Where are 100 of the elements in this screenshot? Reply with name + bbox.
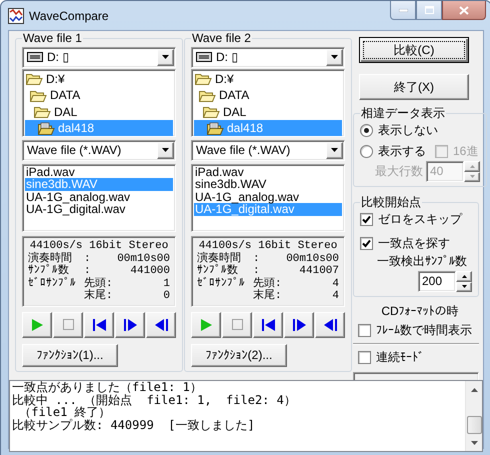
forward-button[interactable] <box>115 312 145 338</box>
radio-button[interactable] <box>360 145 373 158</box>
folder-item[interactable]: D:¥ <box>194 70 342 88</box>
reverse-icon <box>322 318 338 332</box>
info-value: 1 <box>162 278 170 290</box>
function-button[interactable]: ﾌｧﾝｸｼｮﾝ(2)... <box>191 344 287 367</box>
close-button[interactable] <box>442 1 486 20</box>
skip-start-button[interactable] <box>84 312 114 338</box>
forward-icon <box>292 318 306 332</box>
dropdown-button[interactable] <box>157 142 174 159</box>
dropdown-button[interactable] <box>326 142 343 159</box>
log-line: 比較中 ... （開始点 file1: 1, file2: 4） <box>12 394 297 406</box>
info-key: 末尾: <box>84 290 118 302</box>
check-icon <box>362 215 371 224</box>
folder-item[interactable]: D:¥ <box>25 70 173 88</box>
function-button[interactable]: ﾌｧﾝｸｼｮﾝ(1)... <box>22 344 118 367</box>
play-button[interactable] <box>22 312 52 338</box>
folder-icon <box>34 105 51 118</box>
drive-icon <box>196 52 212 62</box>
maximize-icon <box>424 6 434 14</box>
scroll-down-icon[interactable] <box>470 440 478 444</box>
forward-icon <box>122 318 138 332</box>
radio-label: 表示する <box>378 143 426 160</box>
info-label: 演奏時間 <box>197 252 242 264</box>
folder-icon <box>30 88 47 102</box>
folder-item[interactable]: DAL <box>25 104 173 120</box>
radio-button[interactable] <box>360 124 373 137</box>
log-line: 一致点がありました（file1: 1） <box>12 381 203 394</box>
exit-button[interactable]: 終了(X) <box>359 74 469 100</box>
folder-icon <box>195 72 212 86</box>
info-key: 先頭: <box>84 278 118 290</box>
spin-up-button[interactable] <box>456 271 472 282</box>
folder-icon <box>199 88 216 102</box>
skip-start-button[interactable] <box>253 312 283 338</box>
compare-button[interactable]: 比較(C) <box>359 37 469 63</box>
audio-format: 44100s/s 16bit Stereo <box>198 240 338 252</box>
file-item[interactable]: iPad.wav <box>25 166 173 178</box>
caret-icon <box>331 55 338 60</box>
checkbox[interactable] <box>360 237 373 250</box>
filter-dropdown[interactable]: Wave file (*.WAV) <box>191 140 345 161</box>
file-item[interactable]: UA-1G_analog.wav <box>25 190 173 204</box>
check-icon <box>362 239 371 248</box>
caret-icon <box>162 148 169 152</box>
group-title: 相違データ表示 <box>360 105 446 122</box>
info-value: 4 <box>331 278 339 290</box>
checkbox-label: 一致点を探す <box>378 235 450 252</box>
info-key: : <box>253 252 286 265</box>
stop-icon <box>232 319 242 330</box>
info-value: 00m10s00 <box>286 252 339 265</box>
up-arrow-icon <box>462 274 466 278</box>
radio-dot-icon <box>364 128 369 133</box>
info-value: 0 <box>162 290 170 302</box>
checkbox[interactable] <box>358 351 371 364</box>
reverse-button[interactable] <box>315 312 345 338</box>
dropdown-button[interactable] <box>326 48 343 66</box>
folder-item[interactable]: DATA <box>25 87 173 104</box>
spin-down-button[interactable] <box>456 282 472 292</box>
filter-dropdown[interactable]: Wave file (*.WAV) <box>22 140 176 161</box>
file-item[interactable]: UA-1G_digital.wav <box>25 203 173 216</box>
forward-button[interactable] <box>284 312 314 338</box>
scroll-thumb[interactable] <box>467 416 482 434</box>
caption-label: CDﾌｫｰﾏｯﾄの時 <box>380 303 460 320</box>
info-key: : <box>84 252 118 265</box>
up-arrow-icon <box>470 164 474 168</box>
caret-icon <box>162 55 169 60</box>
group-title: Wave file 1 <box>22 31 83 45</box>
folder-item[interactable]: DAL <box>194 104 342 120</box>
drive-icon <box>27 52 43 62</box>
file-item[interactable]: iPad.wav <box>194 166 342 178</box>
drive-dropdown[interactable]: D: ▯ <box>22 47 176 68</box>
info-label: ｾﾞﾛｻﾝﾌﾟﾙ <box>28 278 77 290</box>
reverse-button[interactable] <box>146 312 176 338</box>
checkbox-label: 16進 <box>453 143 478 160</box>
caret-icon <box>331 148 338 152</box>
group-title: Wave file 2 <box>191 31 252 45</box>
play-icon <box>30 318 44 332</box>
dropdown-button[interactable] <box>157 48 174 66</box>
info-key: : <box>84 265 118 278</box>
info-value: 00m10s00 <box>117 252 170 265</box>
play-button[interactable] <box>191 312 221 338</box>
info-label: ｻﾝﾌﾟﾙ数 <box>28 265 70 277</box>
folder-item[interactable]: DATA <box>194 87 342 104</box>
radio-label: 表示しない <box>378 122 438 139</box>
checkbox[interactable] <box>360 213 373 226</box>
info-label: 演奏時間 <box>28 252 73 264</box>
checkbox[interactable] <box>358 324 371 337</box>
drive-dropdown[interactable]: D: ▯ <box>191 47 345 68</box>
maximize-button[interactable] <box>416 1 442 20</box>
skip-start-icon <box>92 318 106 332</box>
file-item[interactable]: UA-1G_analog.wav <box>194 190 342 204</box>
info-value: 441000 <box>129 265 170 278</box>
folder-icon <box>203 105 220 118</box>
audio-format: 44100s/s 16bit Stereo <box>30 240 170 252</box>
scrollbar[interactable] <box>465 381 482 451</box>
number-field[interactable]: 200 <box>418 271 456 292</box>
group-title: 比較開始点 <box>360 194 422 211</box>
info-value: 441007 <box>298 265 339 278</box>
minimize-button[interactable] <box>390 1 416 20</box>
file-item[interactable]: sine3db.WAV <box>194 178 342 191</box>
close-icon <box>459 6 469 14</box>
